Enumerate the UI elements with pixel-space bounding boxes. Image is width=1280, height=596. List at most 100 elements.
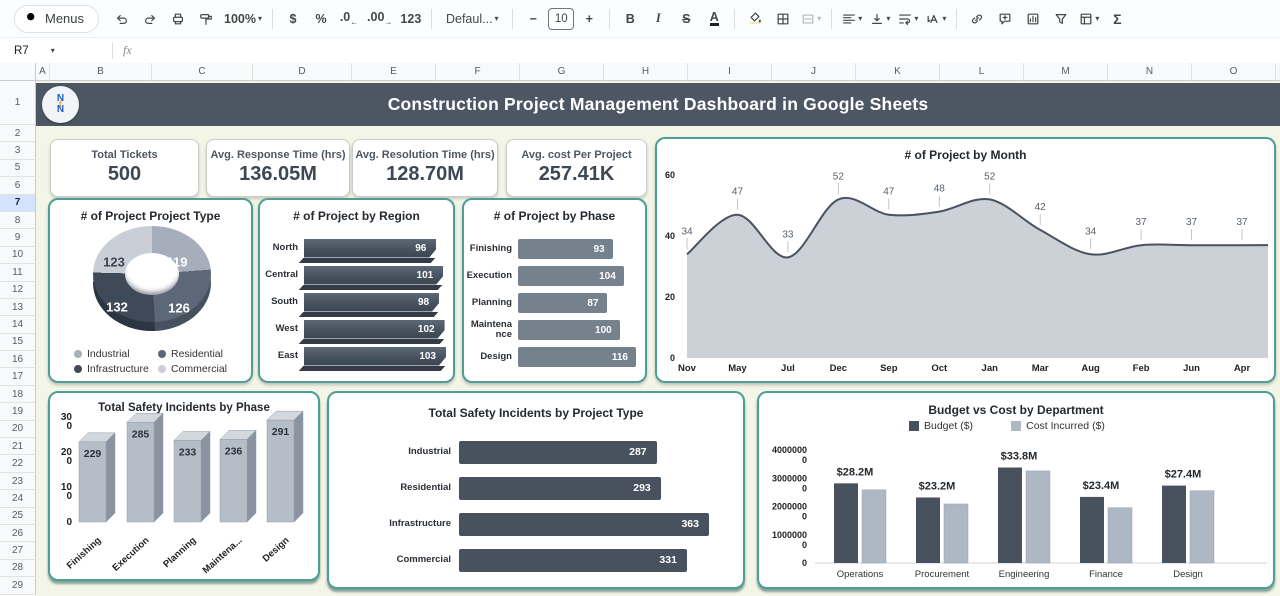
decrease-decimal-button[interactable]: .0← — [336, 6, 362, 32]
row-header[interactable]: 25 — [0, 508, 36, 525]
print-button[interactable] — [165, 6, 191, 32]
column-header[interactable]: F — [436, 63, 520, 81]
paint-format-button[interactable] — [193, 6, 219, 32]
chart-card-safety-by-phase[interactable]: Total Safety Incidents by Phase 30020010… — [48, 391, 320, 581]
column-header[interactable]: N — [1108, 63, 1192, 81]
fill-color-button[interactable] — [742, 6, 768, 32]
increase-font-size-button[interactable]: + — [576, 6, 602, 32]
format-currency-button[interactable]: $ — [280, 6, 306, 32]
borders-button[interactable] — [770, 6, 796, 32]
row-header[interactable]: 18 — [0, 386, 36, 403]
column-header[interactable]: L — [940, 63, 1024, 81]
bar-category-label: Infrastructure — [333, 519, 451, 529]
select-all-corner[interactable] — [0, 63, 36, 81]
svg-text:0: 0 — [66, 456, 72, 467]
svg-text:40: 40 — [665, 231, 675, 241]
italic-button[interactable]: I — [645, 6, 671, 32]
svg-text:Mar: Mar — [1032, 363, 1049, 374]
column-header[interactable]: E — [352, 63, 436, 81]
row-header[interactable]: 10 — [0, 247, 36, 264]
menus-search[interactable]: Menus — [14, 5, 99, 33]
cell-reference: R7 — [14, 45, 29, 57]
column-header[interactable]: G — [520, 63, 604, 81]
zoom-select[interactable]: 100%▾ — [221, 6, 265, 32]
horizontal-align-button[interactable]: ▾ — [839, 6, 865, 32]
bold-button[interactable]: B — [617, 6, 643, 32]
text-wrap-button[interactable]: ▾ — [895, 6, 921, 32]
column-header[interactable]: O — [1192, 63, 1276, 81]
row-header[interactable]: 26 — [0, 525, 36, 542]
strikethrough-button[interactable]: S — [673, 6, 699, 32]
chart-card-projects-by-month[interactable]: # of Project by Month 604020034Nov47May3… — [655, 137, 1276, 383]
row-header[interactable]: 16 — [0, 351, 36, 368]
column-header[interactable]: J — [772, 63, 856, 81]
row-header[interactable]: 9 — [0, 229, 36, 246]
name-box[interactable]: R7 ▾ — [0, 45, 102, 57]
row-header[interactable]: 19 — [0, 403, 36, 420]
row-header[interactable]: 17 — [0, 368, 36, 385]
bar-row: Infrastructure363 — [333, 513, 709, 536]
row-header[interactable]: 13 — [0, 299, 36, 316]
text-rotation-button[interactable]: ▾ — [923, 6, 949, 32]
column-header[interactable]: M — [1024, 63, 1108, 81]
merge-cells-button[interactable]: ▾ — [798, 6, 824, 32]
font-size-input[interactable]: 10 — [548, 8, 574, 30]
font-select[interactable]: Defaul...▾ — [439, 6, 505, 32]
row-header[interactable]: 1 — [0, 81, 36, 125]
bar-category-label: Industrial — [333, 447, 451, 457]
chart-card-budget-vs-cost[interactable]: Budget vs Cost by Department Budget ($)C… — [757, 391, 1275, 589]
decrease-font-size-button[interactable]: − — [520, 6, 546, 32]
column-header[interactable]: B — [50, 63, 152, 81]
row-header[interactable]: 6 — [0, 177, 36, 194]
text-color-button[interactable]: A — [701, 6, 727, 32]
column-header[interactable]: P — [1276, 63, 1280, 81]
chart-card-project-type[interactable]: # of Project Project Type 119126132123 I… — [48, 198, 253, 383]
row-header[interactable]: 2 — [0, 125, 36, 142]
legend-item: Industrial — [74, 348, 154, 360]
row-header[interactable]: 22 — [0, 455, 36, 472]
chart-card-by-phase[interactable]: # of Project by Phase Finishing93Executi… — [462, 198, 647, 383]
functions-button[interactable]: Σ — [1104, 6, 1130, 32]
chart-card-by-region[interactable]: # of Project by Region North96Central101… — [258, 198, 455, 383]
undo-button[interactable] — [109, 6, 135, 32]
column-header[interactable]: K — [856, 63, 940, 81]
row-header[interactable]: 15 — [0, 334, 36, 351]
svg-text:0: 0 — [66, 517, 72, 528]
more-formats-button[interactable]: 123 — [397, 6, 424, 32]
row-header[interactable]: 28 — [0, 560, 36, 577]
vertical-align-button[interactable]: ▾ — [867, 6, 893, 32]
row-header[interactable]: 20 — [0, 421, 36, 438]
row-header[interactable]: 5 — [0, 160, 36, 177]
redo-button[interactable] — [137, 6, 163, 32]
chart-legend: IndustrialResidentialInfrastructureComme… — [74, 348, 238, 375]
bar-row: Planning87 — [466, 293, 607, 313]
chart-card-safety-by-type[interactable]: Total Safety Incidents by Project Type I… — [327, 391, 745, 589]
column-header[interactable]: D — [253, 63, 352, 81]
row-header[interactable]: 23 — [0, 473, 36, 490]
row-header[interactable]: 8 — [0, 212, 36, 229]
row-header[interactable]: 21 — [0, 438, 36, 455]
row-header[interactable]: 12 — [0, 282, 36, 299]
column-header[interactable]: A — [36, 63, 50, 81]
create-filter-button[interactable] — [1048, 6, 1074, 32]
row-header[interactable]: 29 — [0, 577, 36, 594]
column-header[interactable]: C — [152, 63, 253, 81]
insert-comment-button[interactable] — [992, 6, 1018, 32]
column-header[interactable]: I — [688, 63, 772, 81]
svg-text:Procurement: Procurement — [915, 569, 970, 580]
row-header[interactable]: 11 — [0, 264, 36, 281]
svg-text:Engineering: Engineering — [999, 569, 1050, 580]
column-header[interactable]: H — [604, 63, 688, 81]
row-header[interactable]: 7 — [0, 195, 36, 212]
format-percent-button[interactable]: % — [308, 6, 334, 32]
row-header[interactable]: 27 — [0, 542, 36, 559]
insert-link-button[interactable] — [964, 6, 990, 32]
sheet-grid[interactable]: NtN Construction Project Management Dash… — [36, 81, 1280, 596]
increase-decimal-button[interactable]: .00→ — [364, 6, 395, 32]
row-header[interactable]: 14 — [0, 316, 36, 333]
row-header[interactable]: 24 — [0, 490, 36, 507]
svg-text:48: 48 — [934, 184, 946, 195]
row-header[interactable]: 3 — [0, 142, 36, 159]
table-views-button[interactable]: ▾ — [1076, 6, 1102, 32]
insert-chart-button[interactable] — [1020, 6, 1046, 32]
